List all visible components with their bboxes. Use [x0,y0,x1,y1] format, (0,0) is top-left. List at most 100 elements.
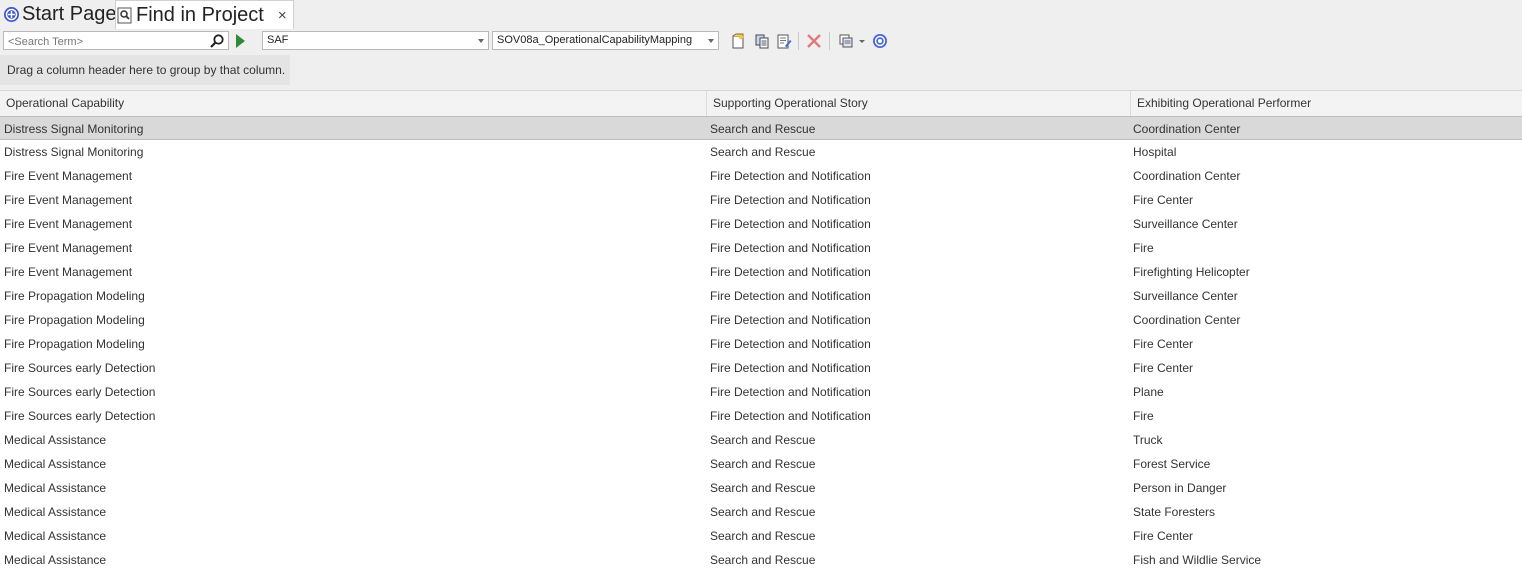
exhibiting-operational-performer-cell: Fish and Wildlie Service [1133,553,1262,567]
operational-capability-cell: Fire Sources early Detection [4,361,156,375]
search-name-dropdown[interactable]: SOV08a_OperationalCapabilityMapping [492,31,719,50]
delete-search-icon[interactable] [805,32,823,50]
exhibiting-operational-performer-cell: Coordination Center [1133,122,1241,136]
table-row[interactable]: Fire Sources early Detection Fire Detecti… [0,356,1522,380]
tab-start-page[interactable]: Start Page [3,0,117,28]
table-row[interactable]: Fire Event Management Fire Detection and … [0,188,1522,212]
category-dropdown[interactable]: SAF [262,31,489,50]
supporting-operational-story-cell: Fire Detection and Notification [710,313,871,327]
exhibiting-operational-performer-cell: Plane [1133,385,1164,399]
table-row[interactable]: Distress Signal Monitoring Search and Res… [0,140,1522,164]
table-row[interactable]: Distress Signal Monitoring Search and Res… [0,116,1522,140]
table-row[interactable]: Medical Assistance Search and Rescue Fish … [0,548,1522,572]
table-row[interactable]: Fire Event Management Fire Detection and … [0,236,1522,260]
table-row[interactable]: Fire Event Management Fire Detection and … [0,260,1522,284]
exhibiting-operational-performer-cell: Forest Service [1133,457,1211,471]
close-tab-icon[interactable]: × [278,7,287,24]
magnifier-icon[interactable] [209,33,225,49]
operational-capability-cell: Medical Assistance [4,457,107,471]
exhibiting-operational-performer-cell: Fire [1133,409,1154,423]
exhibiting-operational-performer-cell: Fire Center [1133,361,1194,375]
supporting-operational-story-cell: Search and Rescue [710,122,816,136]
exhibiting-operational-performer-cell: Firefighting Helicopter [1133,265,1250,279]
category-dropdown-value: SAF [267,34,289,46]
supporting-operational-story-cell: Search and Rescue [710,505,816,519]
table-row[interactable]: Medical Assistance Search and Rescue State… [0,500,1522,524]
table-row[interactable]: Medical Assistance Search and Rescue Perso… [0,476,1522,500]
operational-capability-cell: Fire Propagation Modeling [4,337,145,351]
exhibiting-operational-performer-cell: Hospital [1133,145,1177,159]
supporting-operational-story-cell: Fire Detection and Notification [710,337,871,351]
supporting-operational-story-cell: Fire Detection and Notification [710,385,871,399]
chevron-down-icon [478,39,484,43]
group-by-hint: Drag a column header here to group by th… [0,55,290,85]
search-term-input[interactable] [4,33,198,51]
supporting-operational-story-cell: Fire Detection and Notification [710,241,871,255]
exhibiting-operational-performer-cell: Truck [1133,433,1163,447]
start-page-icon [3,5,20,23]
exhibiting-operational-performer-cell: Fire Center [1133,193,1194,207]
new-search-icon[interactable] [729,32,747,50]
table-row[interactable]: Fire Propagation Modeling Fire Detection … [0,284,1522,308]
operational-capability-cell: Fire Sources early Detection [4,385,156,399]
exhibiting-operational-performer-cell: Fire Center [1133,337,1194,351]
table-row[interactable]: Fire Propagation Modeling Fire Detection … [0,332,1522,356]
operational-capability-cell: Distress Signal Monitoring [4,145,144,159]
table-row[interactable]: Medical Assistance Search and Rescue Fores… [0,452,1522,476]
operational-capability-cell: Medical Assistance [4,553,107,567]
supporting-operational-story-cell: Search and Rescue [710,457,816,471]
operational-capability-cell: Fire Event Management [4,241,133,255]
exhibiting-operational-performer-cell: Fire [1133,241,1154,255]
supporting-operational-story-cell: Search and Rescue [710,145,816,159]
operational-capability-cell: Distress Signal Monitoring [4,122,144,136]
run-search-icon[interactable] [236,34,245,48]
help-icon[interactable] [871,32,889,50]
exhibiting-operational-performer-cell: Surveillance Center [1133,217,1238,231]
table-row[interactable]: Fire Propagation Modeling Fire Detection … [0,308,1522,332]
exhibiting-operational-performer-cell: Person in Danger [1133,481,1227,495]
operational-capability-cell: Medical Assistance [4,481,107,495]
results-header: Operational Capability Supporting Operat… [0,90,1522,117]
operational-capability-cell: Fire Event Management [4,265,133,279]
operational-capability-cell: Medical Assistance [4,433,107,447]
supporting-operational-story-cell: Fire Detection and Notification [710,289,871,303]
table-row[interactable]: Medical Assistance Search and Rescue Truck [0,428,1522,452]
supporting-operational-story-cell: Fire Detection and Notification [710,409,871,423]
toolbar-separator [798,32,799,50]
tab-find-in-project[interactable]: Find in Project × [115,0,294,29]
operational-capability-cell: Fire Propagation Modeling [4,313,145,327]
group-by-area[interactable]: Drag a column header here to group by th… [0,53,1522,90]
copy-search-icon[interactable] [753,32,771,50]
supporting-operational-story-cell: Search and Rescue [710,553,816,567]
exhibiting-operational-performer-cell: State Foresters [1133,505,1216,519]
column-header-operational-capability[interactable]: Operational Capability [0,91,706,116]
exhibiting-operational-performer-cell: Fire Center [1133,529,1194,543]
operational-capability-cell: Fire Sources early Detection [4,409,156,423]
operational-capability-cell: Medical Assistance [4,505,107,519]
view-options-icon[interactable] [837,32,855,50]
chevron-down-icon[interactable] [857,32,867,50]
exhibiting-operational-performer-cell: Surveillance Center [1133,289,1238,303]
edit-search-icon[interactable] [775,32,793,50]
column-header-exhibiting-operational-performer[interactable]: Exhibiting Operational Performer [1130,91,1522,116]
search-name-dropdown-value: SOV08a_OperationalCapabilityMapping [497,34,693,46]
search-toolbar: SAF SOV08a_OperationalCapabilityMapping [0,29,1522,53]
find-in-project-icon [116,6,134,24]
table-row[interactable]: Fire Sources early Detection Fire Detecti… [0,404,1522,428]
document-tab-bar: Start Page Find in Project × [0,0,1522,29]
tab-find-in-project-label: Find in Project [136,3,264,26]
operational-capability-cell: Fire Propagation Modeling [4,289,145,303]
table-row[interactable]: Fire Event Management Fire Detection and … [0,212,1522,236]
exhibiting-operational-performer-cell: Coordination Center [1133,169,1241,183]
supporting-operational-story-cell: Fire Detection and Notification [710,265,871,279]
supporting-operational-story-cell: Fire Detection and Notification [710,361,871,375]
column-header-supporting-operational-story[interactable]: Supporting Operational Story [706,91,1130,116]
table-row[interactable]: Fire Event Management Fire Detection and … [0,164,1522,188]
table-row[interactable]: Fire Sources early Detection Fire Detecti… [0,380,1522,404]
operational-capability-cell: Fire Event Management [4,217,133,231]
toolbar-separator [829,32,830,50]
table-row[interactable]: Medical Assistance Search and Rescue Fire … [0,524,1522,548]
supporting-operational-story-cell: Fire Detection and Notification [710,193,871,207]
exhibiting-operational-performer-cell: Coordination Center [1133,313,1241,327]
operational-capability-cell: Fire Event Management [4,169,133,183]
